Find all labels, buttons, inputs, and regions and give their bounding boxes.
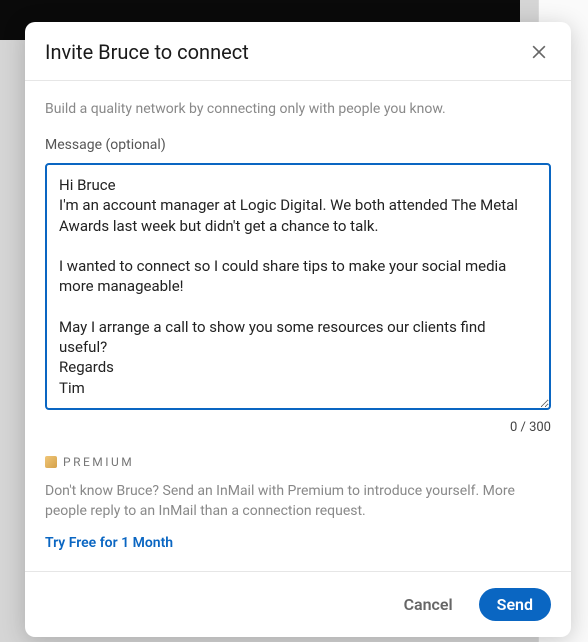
message-textarea[interactable]: [45, 163, 551, 410]
close-button[interactable]: [527, 40, 551, 64]
cancel-button[interactable]: Cancel: [386, 588, 471, 621]
modal-title: Invite Bruce to connect: [45, 40, 249, 64]
modal-footer: Cancel Send: [25, 571, 571, 637]
invite-modal: Invite Bruce to connect Build a quality …: [25, 22, 571, 637]
char-count: 0 / 300: [45, 420, 551, 435]
send-button[interactable]: Send: [479, 588, 551, 621]
premium-try-free-link[interactable]: Try Free for 1 Month: [45, 535, 173, 551]
message-label: Message (optional): [45, 137, 551, 153]
premium-label-text: PREMIUM: [63, 455, 134, 469]
close-icon: [529, 42, 549, 62]
premium-badge-icon: [45, 456, 57, 468]
premium-label: PREMIUM: [45, 455, 551, 469]
premium-description: Don't know Bruce? Send an InMail with Pr…: [45, 481, 551, 522]
intro-text: Build a quality network by connecting on…: [45, 101, 551, 117]
modal-header: Invite Bruce to connect: [25, 22, 571, 81]
premium-section: PREMIUM Don't know Bruce? Send an InMail…: [45, 455, 551, 552]
modal-body: Build a quality network by connecting on…: [25, 81, 571, 571]
